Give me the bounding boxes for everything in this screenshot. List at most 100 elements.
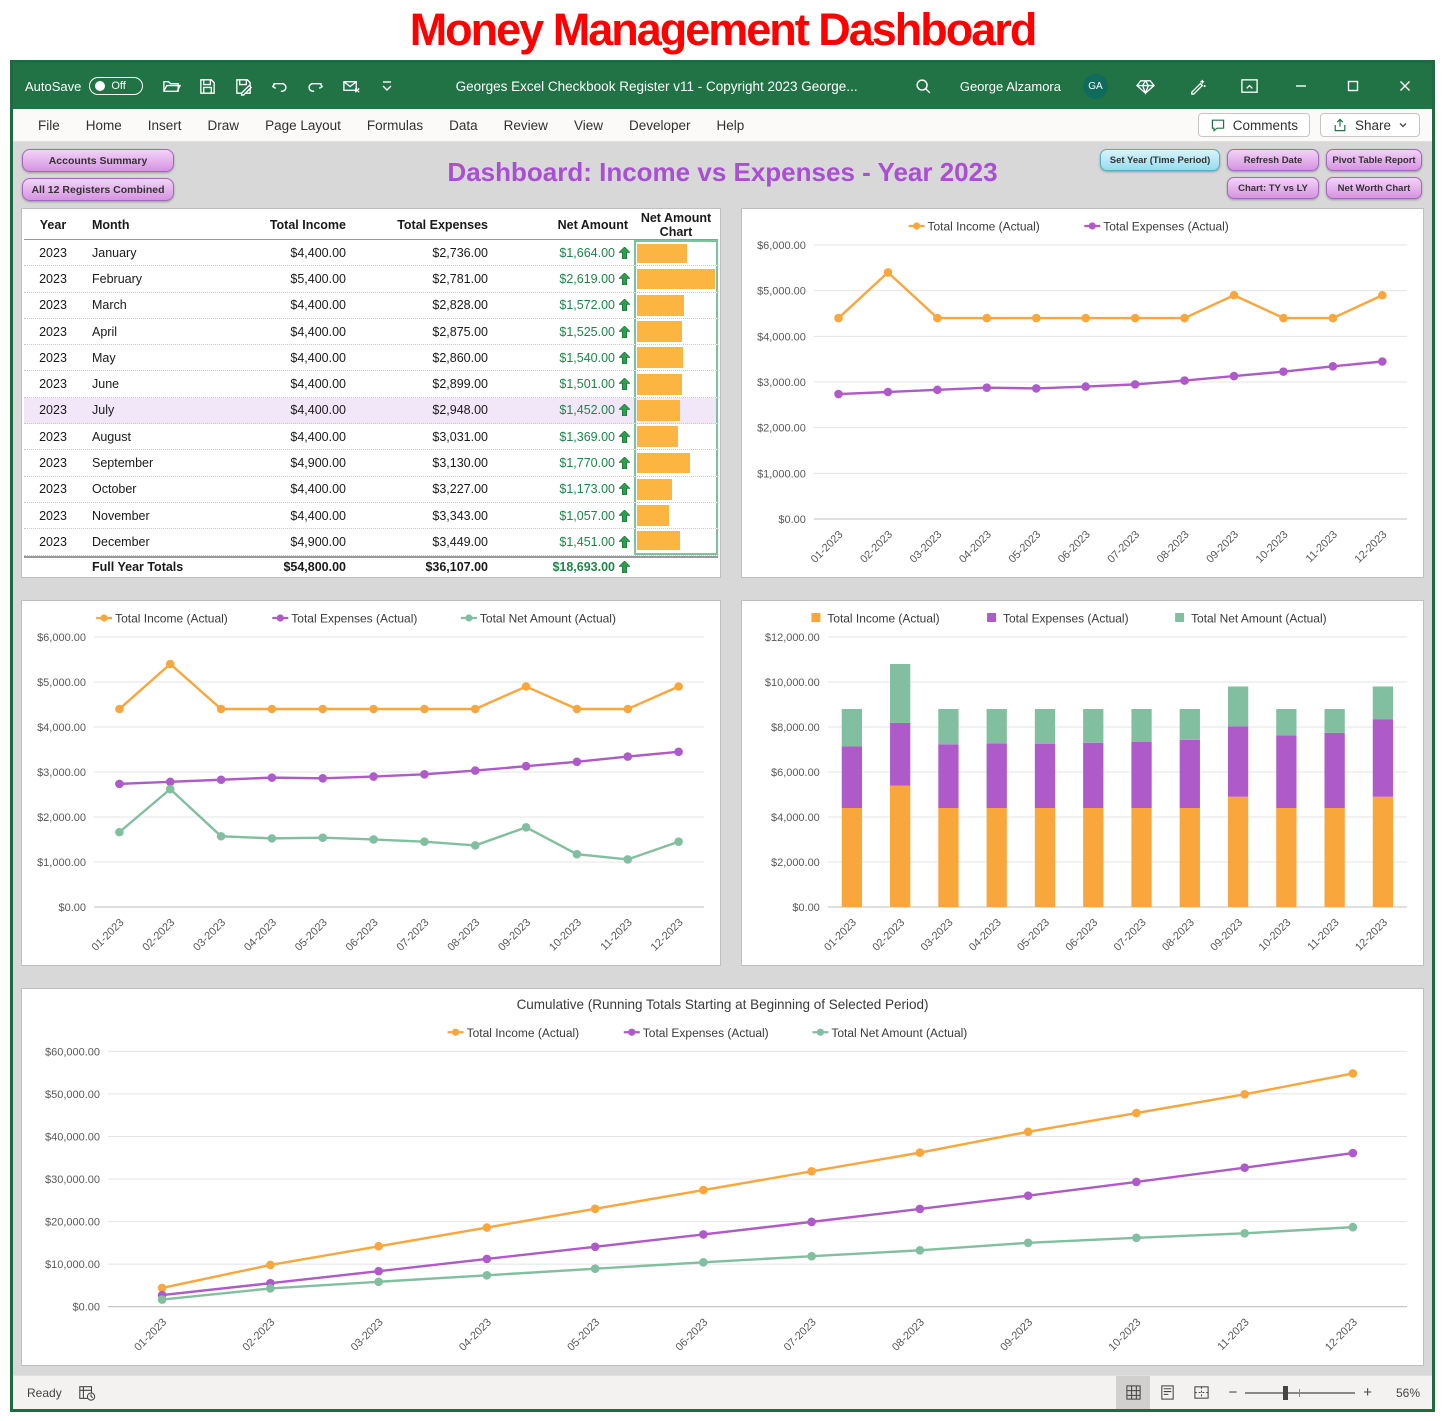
- redo-icon[interactable]: [297, 71, 333, 101]
- whats-new-sparkle-icon[interactable]: [1182, 71, 1212, 101]
- cell-year[interactable]: 2023: [24, 456, 82, 470]
- cell-year[interactable]: 2023: [24, 351, 82, 365]
- share-button[interactable]: Share: [1320, 113, 1420, 137]
- cell-net-databar[interactable]: [634, 477, 718, 502]
- tab-review[interactable]: Review: [491, 109, 561, 142]
- maximize-icon[interactable]: [1338, 71, 1368, 101]
- cell-year[interactable]: 2023: [24, 509, 82, 523]
- cell-net[interactable]: $1,572.00: [504, 298, 634, 312]
- ribbon-display-icon[interactable]: [1234, 71, 1264, 101]
- close-icon[interactable]: [1390, 71, 1420, 101]
- search-icon[interactable]: [908, 71, 938, 101]
- cell-net-databar[interactable]: [634, 240, 718, 265]
- cell-month[interactable]: December: [82, 535, 222, 549]
- cell-income[interactable]: $4,400.00: [222, 482, 362, 496]
- cell-expenses[interactable]: $3,130.00: [362, 456, 504, 470]
- cell-month[interactable]: October: [82, 482, 222, 496]
- comments-button[interactable]: Comments: [1198, 113, 1310, 137]
- premium-diamond-icon[interactable]: [1130, 71, 1160, 101]
- cell-year[interactable]: 2023: [24, 298, 82, 312]
- zoom-in-button[interactable]: +: [1363, 1384, 1372, 1401]
- cell-month[interactable]: June: [82, 377, 222, 391]
- qat-customize-icon[interactable]: [369, 71, 405, 101]
- cell-net-databar[interactable]: [634, 450, 718, 475]
- tab-draw[interactable]: Draw: [195, 109, 253, 142]
- cell-month[interactable]: May: [82, 351, 222, 365]
- cell-income[interactable]: $4,400.00: [222, 430, 362, 444]
- totals-income[interactable]: $54,800.00: [222, 560, 362, 574]
- cell-net-databar[interactable]: [634, 345, 718, 370]
- cell-net-databar[interactable]: [634, 266, 718, 291]
- cell-month[interactable]: July: [82, 403, 222, 417]
- cell-month[interactable]: September: [82, 456, 222, 470]
- cell-income[interactable]: $4,900.00: [222, 456, 362, 470]
- open-folder-icon[interactable]: [153, 71, 189, 101]
- net-worth-chart-button[interactable]: Net Worth Chart: [1326, 177, 1422, 199]
- avatar[interactable]: GA: [1083, 74, 1108, 99]
- totals-expenses[interactable]: $36,107.00: [362, 560, 504, 574]
- cell-income[interactable]: $5,400.00: [222, 272, 362, 286]
- cell-income[interactable]: $4,400.00: [222, 509, 362, 523]
- cell-income[interactable]: $4,400.00: [222, 246, 362, 260]
- tab-page-layout[interactable]: Page Layout: [252, 109, 354, 142]
- cell-expenses[interactable]: $3,031.00: [362, 430, 504, 444]
- cell-year[interactable]: 2023: [24, 246, 82, 260]
- zoom-slider[interactable]: [1245, 1392, 1355, 1394]
- cell-year[interactable]: 2023: [24, 403, 82, 417]
- cell-net[interactable]: $1,770.00: [504, 456, 634, 470]
- cell-net[interactable]: $2,619.00: [504, 272, 634, 286]
- cell-month[interactable]: March: [82, 298, 222, 312]
- chart-ty-vs-ly-button[interactable]: Chart: TY vs LY: [1227, 177, 1319, 199]
- cell-net-databar[interactable]: [634, 319, 718, 344]
- zoom-slider-thumb[interactable]: [1283, 1386, 1288, 1400]
- email-icon[interactable]: [333, 71, 369, 101]
- pivot-table-report-button[interactable]: Pivot Table Report: [1326, 149, 1422, 171]
- cell-net-databar[interactable]: [634, 529, 718, 554]
- tab-formulas[interactable]: Formulas: [354, 109, 436, 142]
- cell-net[interactable]: $1,451.00: [504, 535, 634, 549]
- cell-expenses[interactable]: $2,948.00: [362, 403, 504, 417]
- cell-income[interactable]: $4,400.00: [222, 351, 362, 365]
- tab-data[interactable]: Data: [436, 109, 491, 142]
- cell-net[interactable]: $1,540.00: [504, 351, 634, 365]
- cell-net[interactable]: $1,501.00: [504, 377, 634, 391]
- set-year-time-period--button[interactable]: Set Year (Time Period): [1100, 149, 1220, 171]
- tab-file[interactable]: File: [25, 109, 73, 142]
- page-layout-view-button[interactable]: [1150, 1376, 1184, 1409]
- cell-month[interactable]: January: [82, 246, 222, 260]
- tab-home[interactable]: Home: [73, 109, 135, 142]
- tab-view[interactable]: View: [561, 109, 616, 142]
- cell-expenses[interactable]: $2,860.00: [362, 351, 504, 365]
- autosave-pill[interactable]: Off: [89, 77, 143, 95]
- zoom-level[interactable]: 56%: [1386, 1386, 1420, 1400]
- minimize-icon[interactable]: [1286, 71, 1316, 101]
- tab-developer[interactable]: Developer: [616, 109, 704, 142]
- cell-net-databar[interactable]: [634, 398, 718, 423]
- cell-income[interactable]: $4,400.00: [222, 403, 362, 417]
- cell-year[interactable]: 2023: [24, 535, 82, 549]
- cell-year[interactable]: 2023: [24, 377, 82, 391]
- zoom-out-button[interactable]: −: [1228, 1384, 1237, 1401]
- cell-expenses[interactable]: $3,449.00: [362, 535, 504, 549]
- cell-month[interactable]: April: [82, 325, 222, 339]
- undo-icon[interactable]: [261, 71, 297, 101]
- cell-month[interactable]: November: [82, 509, 222, 523]
- cell-net-databar[interactable]: [634, 371, 718, 396]
- cell-expenses[interactable]: $2,899.00: [362, 377, 504, 391]
- cell-expenses[interactable]: $2,875.00: [362, 325, 504, 339]
- cell-expenses[interactable]: $3,343.00: [362, 509, 504, 523]
- user-name[interactable]: George Alzamora: [960, 79, 1061, 94]
- accessibility-checker-icon[interactable]: [78, 1384, 96, 1402]
- cell-net[interactable]: $1,525.00: [504, 325, 634, 339]
- cell-net-databar[interactable]: [634, 424, 718, 449]
- tab-insert[interactable]: Insert: [135, 109, 195, 142]
- cell-year[interactable]: 2023: [24, 482, 82, 496]
- cell-expenses[interactable]: $2,781.00: [362, 272, 504, 286]
- cell-expenses[interactable]: $2,828.00: [362, 298, 504, 312]
- save-as-icon[interactable]: [225, 71, 261, 101]
- page-break-preview-button[interactable]: [1184, 1376, 1218, 1409]
- cell-net[interactable]: $1,173.00: [504, 482, 634, 496]
- cell-net[interactable]: $1,664.00: [504, 246, 634, 260]
- cell-net[interactable]: $1,057.00: [504, 509, 634, 523]
- cell-month[interactable]: February: [82, 272, 222, 286]
